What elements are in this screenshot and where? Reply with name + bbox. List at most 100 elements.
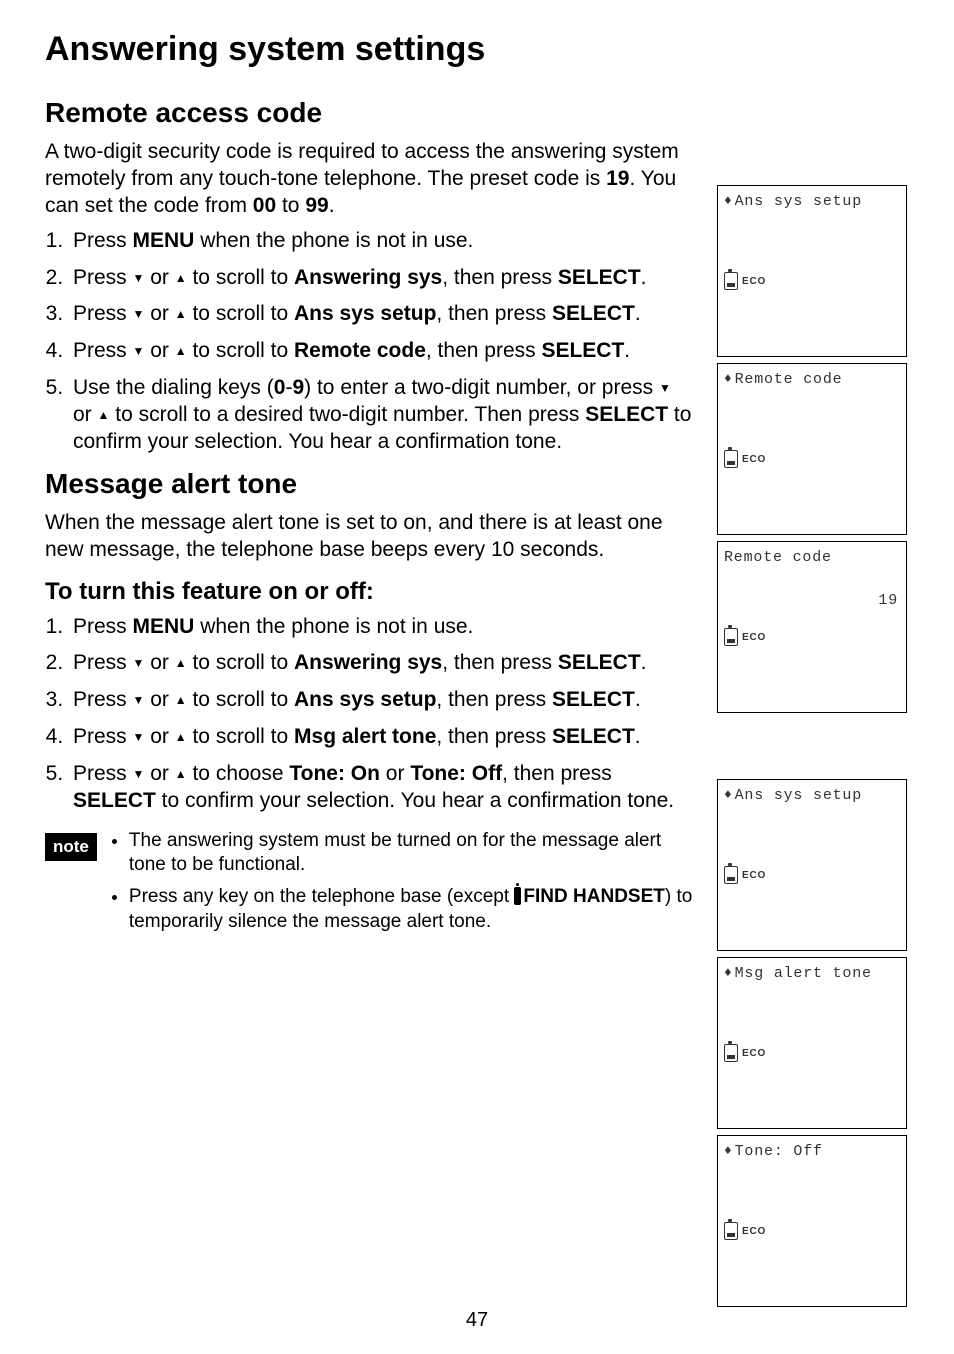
- list-item: Press or to scroll to Ans sys setup, the…: [69, 301, 695, 328]
- text: or: [144, 339, 174, 362]
- text: or: [144, 651, 174, 674]
- remote-intro: A two-digit security code is required to…: [45, 139, 695, 220]
- text: , then press: [442, 266, 558, 289]
- eco-label: ECO: [742, 870, 766, 881]
- down-arrow-icon: [133, 272, 145, 284]
- content-columns: Remote access code A two-digit security …: [45, 85, 909, 1307]
- menu-label: MENU: [133, 615, 195, 638]
- text: Press: [73, 266, 133, 289]
- list-item: Press or to choose Tone: On or Tone: Off…: [69, 761, 695, 815]
- lcd-value: 19: [724, 592, 900, 609]
- lcd-line: Remote code: [735, 371, 843, 388]
- eco-label: ECO: [742, 1226, 766, 1237]
- text: Press: [73, 615, 133, 638]
- page: Answering system settings Remote access …: [0, 0, 954, 1354]
- text: .: [635, 688, 641, 711]
- alert-steps: Press MENU when the phone is not in use.…: [45, 614, 695, 815]
- battery-icon: [724, 272, 738, 290]
- text: .: [641, 651, 647, 674]
- code-99: 99: [305, 194, 328, 217]
- select-label: SELECT: [552, 688, 635, 711]
- text: , then press: [442, 651, 558, 674]
- screen-group-remote: Ans sys setup ECO Remote code ECO Remote…: [717, 185, 909, 713]
- select-label: SELECT: [552, 725, 635, 748]
- remote-code-label: Remote code: [294, 339, 426, 362]
- battery-icon: [724, 1222, 738, 1240]
- up-arrow-icon: [175, 308, 187, 320]
- text: Press: [73, 339, 133, 362]
- select-label: SELECT: [552, 302, 635, 325]
- page-number: 47: [0, 1309, 954, 1332]
- text: , then press: [502, 762, 612, 785]
- select-label: SELECT: [73, 789, 156, 812]
- note-badge: note: [45, 833, 97, 861]
- text: or: [144, 762, 174, 785]
- up-arrow-icon: [98, 409, 110, 421]
- down-arrow-icon: [133, 657, 145, 669]
- text: .: [329, 194, 335, 217]
- up-arrow-icon: [175, 694, 187, 706]
- updown-icon: [724, 1143, 733, 1160]
- text: to scroll to: [187, 339, 294, 362]
- section-remote-heading: Remote access code: [45, 97, 695, 129]
- text: when the phone is not in use.: [194, 229, 473, 252]
- lcd-line: Remote code: [724, 549, 832, 566]
- text: to scroll to: [187, 302, 294, 325]
- up-arrow-icon: [175, 272, 187, 284]
- page-title: Answering system settings: [45, 30, 909, 69]
- eco-label: ECO: [742, 454, 766, 465]
- lcd-screen: Msg alert tone ECO: [717, 957, 907, 1129]
- text: , then press: [436, 725, 552, 748]
- text: .: [635, 725, 641, 748]
- text: .: [641, 266, 647, 289]
- text: .: [635, 302, 641, 325]
- battery-icon: [724, 628, 738, 646]
- list-item: The answering system must be turned on f…: [129, 829, 695, 878]
- text: , then press: [436, 302, 552, 325]
- find-handset-label: FIND HANDSET: [523, 886, 664, 907]
- text: or: [144, 725, 174, 748]
- note-box: note The answering system must be turned…: [45, 829, 695, 942]
- updown-icon: [724, 965, 733, 982]
- subheading-toggle: To turn this feature on or off:: [45, 578, 695, 606]
- eco-label: ECO: [742, 1048, 766, 1059]
- remote-steps: Press MENU when the phone is not in use.…: [45, 228, 695, 456]
- updown-icon: [724, 787, 733, 804]
- eco-label: ECO: [742, 276, 766, 287]
- tone-off-label: Tone: Off: [410, 762, 502, 785]
- text: or: [380, 762, 410, 785]
- zero-label: 0: [274, 376, 286, 399]
- text: Press: [73, 302, 133, 325]
- text: to scroll to a desired two-digit number.…: [109, 403, 585, 426]
- up-arrow-icon: [175, 657, 187, 669]
- handset-icon: [514, 887, 521, 905]
- down-arrow-icon: [133, 731, 145, 743]
- text: or: [144, 302, 174, 325]
- nine-label: 9: [292, 376, 304, 399]
- answering-sys-label: Answering sys: [294, 651, 442, 674]
- select-label: SELECT: [585, 403, 668, 426]
- text: Press: [73, 229, 133, 252]
- select-label: SELECT: [541, 339, 624, 362]
- text: to scroll to: [187, 725, 294, 748]
- lcd-screen: Remote code 19 ECO: [717, 541, 907, 713]
- down-arrow-icon: [659, 382, 671, 394]
- up-arrow-icon: [175, 731, 187, 743]
- text: ) to enter a two-digit number, or press: [304, 376, 659, 399]
- note-list: The answering system must be turned on f…: [111, 829, 695, 942]
- text: to choose: [187, 762, 290, 785]
- code-19: 19: [606, 167, 629, 190]
- text: Use the dialing keys (: [73, 376, 274, 399]
- eco-label: ECO: [742, 632, 766, 643]
- lcd-screen: Ans sys setup ECO: [717, 185, 907, 357]
- text: Press: [73, 688, 133, 711]
- ans-sys-setup-label: Ans sys setup: [294, 688, 436, 711]
- battery-icon: [724, 450, 738, 468]
- left-column: Remote access code A two-digit security …: [45, 85, 695, 1307]
- answering-sys-label: Answering sys: [294, 266, 442, 289]
- down-arrow-icon: [133, 694, 145, 706]
- battery-icon: [724, 1044, 738, 1062]
- text: or: [144, 688, 174, 711]
- lcd-line: Ans sys setup: [735, 193, 862, 210]
- select-label: SELECT: [558, 266, 641, 289]
